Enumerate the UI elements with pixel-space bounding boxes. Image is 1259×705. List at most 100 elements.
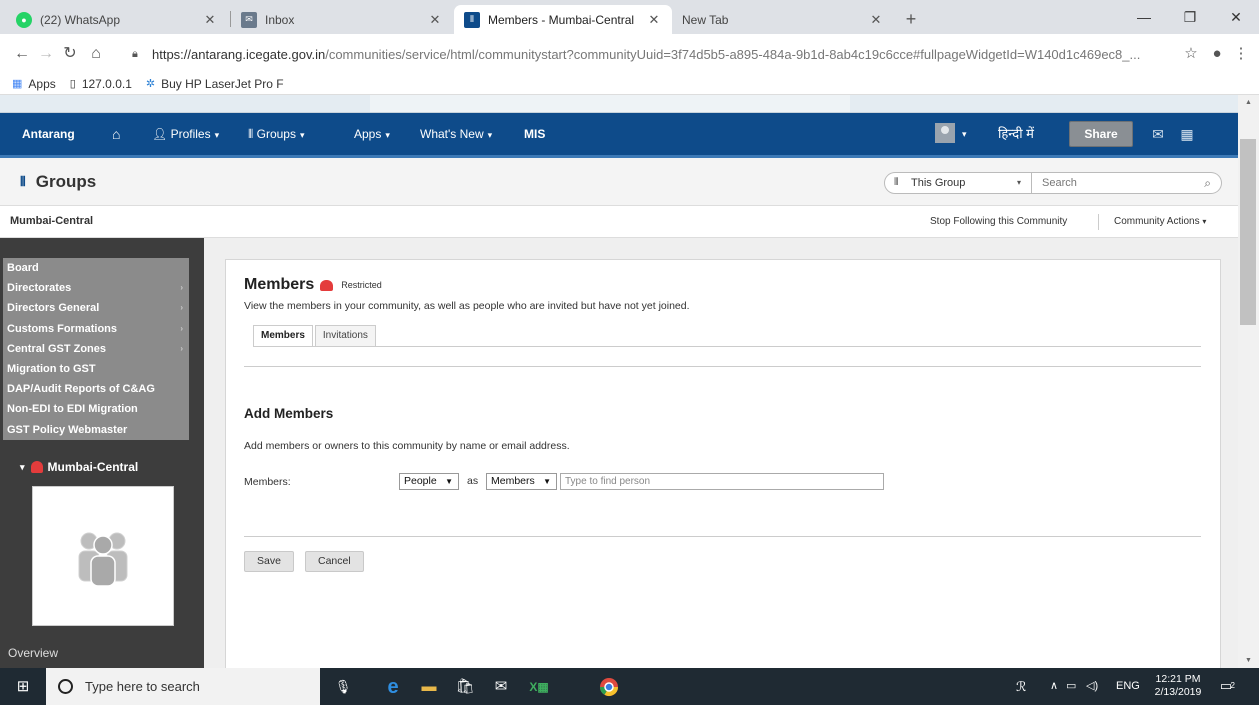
nav-profiles[interactable]: 👤︎ Profiles ▾: [152, 113, 219, 155]
groups-header: ⦀ Groups ⦀ This Group ▾ Search ⌕: [0, 158, 1238, 206]
save-button[interactable]: Save: [244, 551, 294, 572]
network-icon[interactable]: ▭: [1066, 668, 1076, 705]
browser-tab-members[interactable]: ⦀ Members - Mumbai-Central ✕: [454, 5, 672, 34]
minimize-icon[interactable]: —: [1121, 0, 1167, 34]
menu-kebab-icon[interactable]: ⋮: [1230, 42, 1252, 66]
search-icon[interactable]: ⌕: [1204, 173, 1211, 193]
sidebar-item[interactable]: Non-EDI to EDI Migration: [3, 399, 189, 419]
bookmark-label: Apps: [28, 76, 56, 91]
nav-mis[interactable]: MIS: [524, 113, 545, 155]
page-scrollbar[interactable]: ▲ ▼: [1238, 95, 1259, 668]
tab-invitations[interactable]: Invitations: [314, 325, 376, 347]
chevron-down-icon: ▾: [299, 130, 305, 140]
edge-icon[interactable]: e: [380, 674, 406, 700]
nav-brand[interactable]: Antarang: [22, 113, 75, 155]
nav-groups[interactable]: ⦀ Groups ▾: [248, 113, 305, 155]
file-explorer-icon[interactable]: ▬: [416, 674, 442, 700]
sidebar-item[interactable]: Directors General ›: [3, 298, 189, 318]
avatar[interactable]: [935, 123, 955, 143]
back-icon[interactable]: ←: [10, 42, 34, 66]
chevron-down-icon: ▼: [445, 477, 453, 486]
community-actions-menu[interactable]: Community Actions ▾: [1114, 216, 1206, 227]
store-icon[interactable]: 🛍︎: [452, 674, 478, 700]
excel-icon[interactable]: X▦: [526, 674, 552, 700]
profile-icon[interactable]: ●: [1206, 42, 1228, 66]
forward-icon[interactable]: →: [34, 42, 58, 66]
home-icon[interactable]: ⌂: [112, 113, 120, 155]
language-indicator[interactable]: ENG: [1116, 668, 1140, 705]
windows-start-icon[interactable]: ⊞: [0, 668, 46, 705]
url-host: https://antarang.icegate.gov.in: [152, 46, 326, 62]
sidebar-item[interactable]: Directorates ›: [3, 278, 189, 298]
sidebar-community-title[interactable]: ▾ Mumbai-Central: [20, 460, 138, 474]
nav-whats-new[interactable]: What's New ▾: [420, 113, 492, 155]
nav-apps[interactable]: Apps ▾: [354, 113, 390, 155]
bookmark-star-icon[interactable]: ☆: [1180, 42, 1202, 66]
sidebar-item[interactable]: GST Policy Webmaster: [3, 420, 189, 440]
page-viewport: Antarang ⌂ 👤︎ Profiles ▾ ⦀ Groups ▾ Apps ▾ …: [0, 95, 1238, 668]
scroll-up-icon[interactable]: ▲: [1238, 99, 1259, 106]
close-tab-icon[interactable]: ✕: [202, 12, 218, 28]
sidebar-item[interactable]: Migration to GST: [3, 359, 189, 379]
restore-icon[interactable]: ❐: [1167, 0, 1213, 34]
community-image: [32, 486, 174, 626]
bookmark-hp[interactable]: ✲ Buy HP LaserJet Pro F: [146, 77, 284, 91]
address-bar[interactable]: 🔒︎ https://antarang.icegate.gov.in/commu…: [132, 40, 1215, 68]
browser-tab-whatsapp[interactable]: ● (22) WhatsApp ✕: [6, 5, 228, 34]
close-window-icon[interactable]: ✕: [1213, 0, 1259, 34]
url-path: /communities/service/html/communitystart…: [325, 46, 1141, 62]
page-icon: ▯: [69, 78, 76, 90]
sidebar-item[interactable]: Board: [3, 258, 189, 278]
calendar-icon[interactable]: ▦: [1177, 113, 1197, 155]
cancel-button[interactable]: Cancel: [305, 551, 364, 572]
sidebar-item[interactable]: DAP/Audit Reports of C&AG: [3, 379, 189, 399]
stop-following-link[interactable]: Stop Following this Community: [930, 216, 1067, 227]
tab-members[interactable]: Members: [253, 325, 313, 347]
browser-tab-newtab[interactable]: New Tab ✕: [672, 5, 894, 34]
new-tab-icon[interactable]: +: [898, 6, 924, 32]
chevron-up-icon[interactable]: ∧: [1050, 668, 1058, 705]
chevron-down-icon: ▾: [487, 130, 493, 140]
mail-icon[interactable]: ✉: [1148, 113, 1168, 155]
reload-icon[interactable]: ↻: [58, 42, 82, 66]
bookmark-localhost[interactable]: ▯ 127.0.0.1: [70, 77, 132, 91]
chrome-icon[interactable]: [596, 674, 622, 700]
close-tab-icon[interactable]: ✕: [646, 12, 662, 28]
chevron-down-icon[interactable]: ▾: [962, 113, 967, 155]
microphone-icon[interactable]: 🎙︎: [330, 674, 356, 700]
person-icon: 👤︎: [152, 127, 171, 141]
people-icon[interactable]: ℛ: [1016, 668, 1026, 705]
notifications-icon[interactable]: ▭ 2: [1216, 676, 1236, 696]
browser-tab-inbox[interactable]: ✉ Inbox ✕: [231, 5, 453, 34]
as-label: as: [467, 475, 479, 487]
divider: [1098, 214, 1099, 230]
members-field-label: Members:: [244, 476, 291, 488]
member-role-select[interactable]: Members ▼: [486, 473, 557, 490]
search-scope-select[interactable]: ⦀ This Group ▾: [884, 172, 1032, 194]
chevron-down-icon: ▾: [1017, 178, 1022, 187]
volume-icon[interactable]: ◁): [1086, 668, 1098, 705]
tabs-underline: [253, 346, 1201, 347]
scrollbar-thumb[interactable]: [1240, 139, 1256, 325]
chevron-down-icon: ▾: [385, 130, 390, 140]
app-navbar: Antarang ⌂ 👤︎ Profiles ▾ ⦀ Groups ▾ Apps ▾ …: [0, 113, 1238, 158]
mail-icon[interactable]: ✉: [488, 674, 514, 700]
search-input[interactable]: Search ⌕: [1032, 172, 1222, 194]
system-clock[interactable]: 12:21 PM 2/13/2019: [1150, 673, 1206, 699]
sidebar-item[interactable]: Central GST Zones ›: [3, 339, 189, 359]
share-button[interactable]: Share: [1069, 121, 1133, 147]
language-link[interactable]: हिन्दी में: [998, 113, 1034, 155]
scroll-down-icon[interactable]: ▼: [1238, 657, 1259, 664]
find-person-input[interactable]: Type to find person: [560, 473, 884, 490]
bookmark-apps[interactable]: ▦ Apps: [12, 77, 56, 91]
overview-link[interactable]: Overview: [8, 646, 58, 660]
home-icon[interactable]: ⌂: [84, 42, 108, 66]
member-type-select[interactable]: People ▼: [399, 473, 459, 490]
close-tab-icon[interactable]: ✕: [427, 12, 443, 28]
community-sidebar: Board Directorates › Directors General › Cust…: [0, 238, 204, 668]
sidebar-item[interactable]: Customs Formations ›: [3, 319, 189, 339]
chevron-down-icon: ▾: [1202, 217, 1207, 226]
taskbar-search-input[interactable]: Type here to search: [46, 668, 320, 705]
close-tab-icon[interactable]: ✕: [868, 12, 884, 28]
select-value: People: [404, 475, 437, 487]
